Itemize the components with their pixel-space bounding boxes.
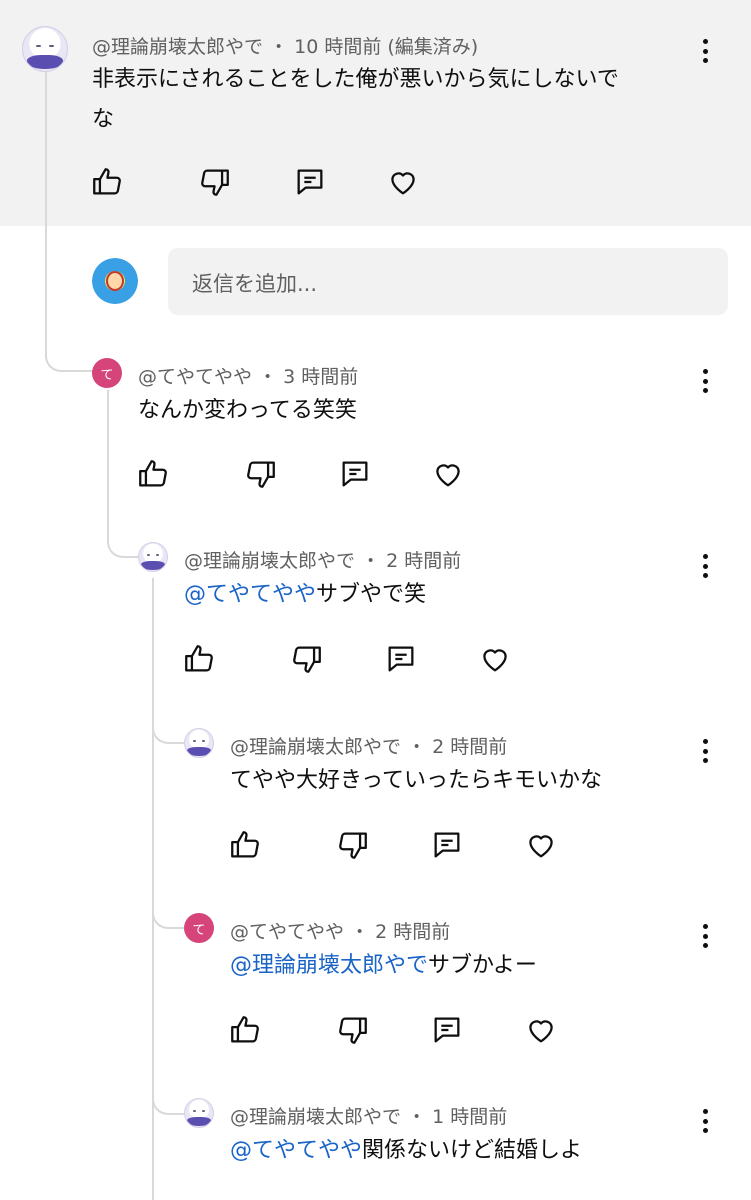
meta-separator: ・	[350, 921, 370, 943]
author-avatar[interactable]	[138, 542, 168, 572]
comment-time[interactable]: 3 時間前	[283, 366, 358, 388]
comment-time[interactable]: 2 時間前	[386, 550, 461, 572]
heart-icon[interactable]	[386, 165, 420, 199]
thread-elbow	[152, 712, 184, 744]
comment-time[interactable]: 1 時間前	[432, 1106, 507, 1128]
author-avatar[interactable]: て	[92, 358, 122, 388]
like-icon[interactable]	[228, 1013, 262, 1047]
edited-label: (編集済み)	[387, 36, 479, 58]
author-name[interactable]: @理論崩壊太郎やで	[230, 736, 401, 758]
comment-meta: @理論崩壊太郎やで ・ 10 時間前 (編集済み)	[92, 32, 478, 59]
author-avatar[interactable]: て	[184, 913, 214, 943]
more-vert-icon[interactable]	[693, 922, 717, 950]
like-icon[interactable]	[136, 457, 170, 491]
thread-elbow	[45, 340, 93, 372]
heart-icon[interactable]	[524, 1013, 558, 1047]
current-user-avatar	[92, 258, 138, 304]
comment-meta: @理論崩壊太郎やで ・ 1 時間前	[230, 1102, 507, 1129]
comment-body: サブやで笑	[316, 582, 427, 607]
more-vert-icon[interactable]	[693, 1107, 717, 1135]
reply-icon[interactable]	[338, 457, 372, 491]
meta-separator: ・	[269, 36, 289, 58]
author-avatar[interactable]	[184, 728, 214, 758]
dislike-icon[interactable]	[336, 828, 370, 862]
mention-link[interactable]: @てやてやや	[230, 1138, 362, 1163]
more-vert-icon[interactable]	[693, 367, 717, 395]
dislike-icon[interactable]	[336, 1013, 370, 1047]
reply-icon[interactable]	[430, 828, 464, 862]
comment-text: @てやてややサブやで笑	[184, 575, 426, 615]
comment-meta: @てやてやや ・ 3 時間前	[138, 362, 358, 389]
like-icon[interactable]	[182, 642, 216, 676]
author-name[interactable]: @理論崩壊太郎やで	[230, 1106, 401, 1128]
dislike-icon[interactable]	[198, 165, 232, 199]
more-vert-icon[interactable]	[693, 737, 717, 765]
thread-elbow	[107, 530, 139, 558]
author-name[interactable]: @理論崩壊太郎やで	[184, 550, 355, 572]
comment-text: 非表示にされることをした俺が悪いから気にしないで	[92, 67, 619, 92]
comment-text-continued: な	[92, 107, 115, 132]
thread-line	[45, 72, 47, 342]
heart-icon[interactable]	[524, 828, 558, 862]
comment-text: @理論崩壊太郎やでサブかよー	[230, 946, 537, 986]
comment-text: なんか変わってる笑笑	[138, 398, 357, 423]
comment-body: 関係ないけど結婚しよ	[362, 1138, 583, 1163]
meta-separator: ・	[407, 1106, 427, 1128]
meta-separator: ・	[258, 366, 278, 388]
reply-icon[interactable]	[430, 1013, 464, 1047]
comment-meta: @てやてやや ・ 2 時間前	[230, 917, 450, 944]
meta-separator: ・	[361, 550, 381, 572]
thread-elbow	[152, 1083, 184, 1115]
comment-time[interactable]: 10 時間前	[294, 36, 381, 58]
author-avatar[interactable]	[22, 26, 68, 72]
meta-separator: ・	[407, 736, 427, 758]
dislike-icon[interactable]	[244, 457, 278, 491]
comment-meta: @理論崩壊太郎やで ・ 2 時間前	[184, 546, 461, 573]
mention-link[interactable]: @理論崩壊太郎やで	[230, 953, 428, 978]
comment-meta: @理論崩壊太郎やで ・ 2 時間前	[230, 732, 507, 759]
comment-time[interactable]: 2 時間前	[375, 921, 450, 943]
reply-input-placeholder: 返信を追加...	[192, 272, 318, 296]
heart-icon[interactable]	[431, 457, 465, 491]
dislike-icon[interactable]	[290, 642, 324, 676]
reply-icon[interactable]	[293, 165, 327, 199]
heart-icon[interactable]	[478, 642, 512, 676]
thread-elbow	[152, 897, 184, 929]
like-icon[interactable]	[228, 828, 262, 862]
author-avatar[interactable]	[184, 1098, 214, 1128]
comment-time[interactable]: 2 時間前	[432, 736, 507, 758]
comment-text: @てやてやや関係ないけど結婚しよ	[230, 1131, 582, 1171]
reply-input[interactable]: 返信を追加...	[168, 248, 728, 315]
author-name[interactable]: @理論崩壊太郎やで	[92, 36, 263, 58]
more-vert-icon[interactable]	[693, 37, 717, 65]
thread-line	[107, 390, 109, 538]
mention-link[interactable]: @てやてやや	[184, 582, 316, 607]
author-name[interactable]: @てやてやや	[138, 366, 252, 388]
comment-body: サブかよー	[428, 953, 537, 978]
like-icon[interactable]	[90, 165, 124, 199]
author-name[interactable]: @てやてやや	[230, 921, 344, 943]
reply-icon[interactable]	[384, 642, 418, 676]
more-vert-icon[interactable]	[693, 552, 717, 580]
comment-text: てやや大好きっていったらキモいかな	[230, 768, 603, 793]
